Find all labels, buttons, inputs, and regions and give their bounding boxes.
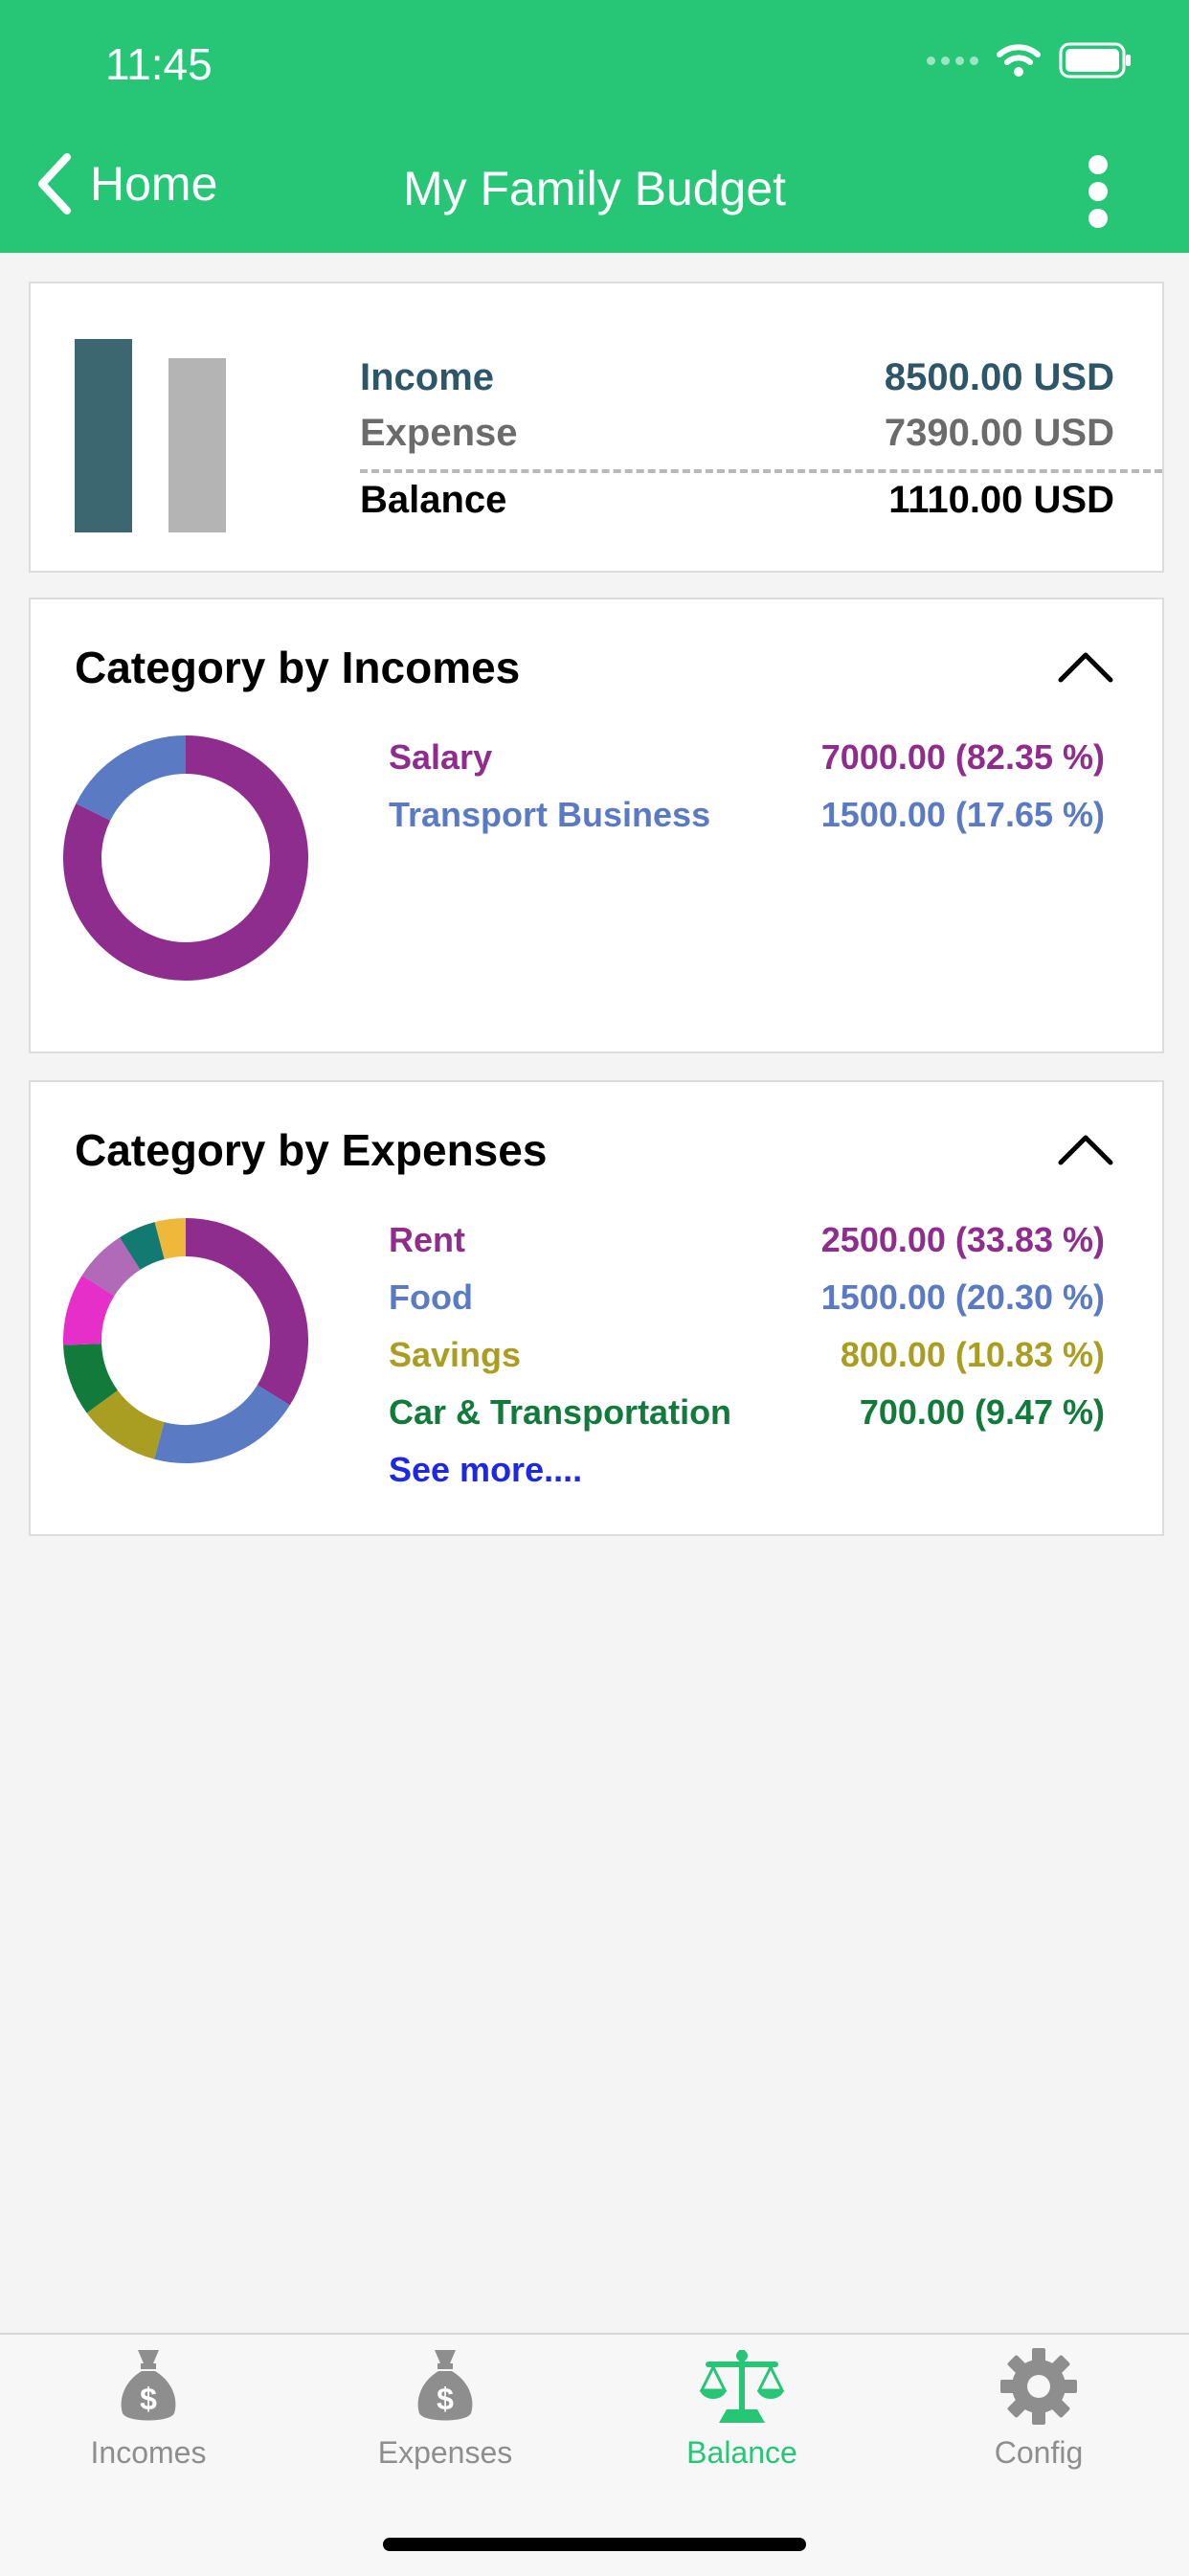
expense-row: Expense 7390.00 USD — [360, 412, 1114, 455]
donut-slice — [63, 1275, 115, 1345]
expenses-legend: Rent 2500.00 (33.83 %) Food 1500.00 (20.… — [389, 1220, 1105, 1490]
svg-text:$: $ — [140, 2382, 157, 2416]
legend-value: 2500.00 (33.83 %) — [820, 1220, 1105, 1259]
chevron-up-icon[interactable] — [1057, 1130, 1114, 1168]
legend-label: Transport Business — [389, 795, 711, 834]
svg-text:$: $ — [437, 2382, 454, 2416]
tab-label: Config — [994, 2435, 1084, 2470]
chevron-up-icon[interactable] — [1057, 647, 1114, 686]
incomes-title: Category by Incomes — [75, 643, 521, 692]
donut-slice — [154, 1218, 187, 1260]
legend-label: Car & Transportation — [389, 1392, 732, 1432]
legend-value: 800.00 (10.83 %) — [840, 1335, 1105, 1374]
legend-item-rent[interactable]: Rent 2500.00 (33.83 %) — [389, 1220, 1105, 1277]
status-time: 11:45 — [105, 39, 213, 89]
signal-icon — [927, 56, 978, 65]
balance-row: Balance 1110.00 USD — [360, 479, 1114, 522]
donut-slice — [154, 1384, 290, 1463]
expenses-donut-chart — [63, 1218, 308, 1463]
legend-item-salary[interactable]: Salary 7000.00 (82.35 %) — [389, 737, 1105, 795]
scale-icon — [699, 2350, 785, 2423]
legend-item-food[interactable]: Food 1500.00 (20.30 %) — [389, 1277, 1105, 1335]
legend-label: Savings — [389, 1335, 522, 1374]
expenses-category-card: Category by Expenses Rent 2500.00 (33.83… — [29, 1080, 1164, 1536]
legend-value: 7000.00 (82.35 %) — [820, 737, 1105, 777]
donut-slice — [63, 1343, 119, 1413]
legend-item-transport-business[interactable]: Transport Business 1500.00 (17.65 %) — [389, 795, 1105, 852]
donut-slice — [81, 1237, 142, 1297]
legend-label: Salary — [389, 737, 493, 777]
nav-header: 11:45 Home My Family Budget — [0, 0, 1189, 253]
donut-slice — [86, 1390, 166, 1459]
legend-value: 1500.00 (17.65 %) — [820, 795, 1105, 834]
tab-expenses[interactable]: $ Expenses — [297, 2346, 594, 2471]
legend-value: 700.00 (9.47 %) — [859, 1392, 1105, 1432]
income-label: Income — [360, 356, 495, 398]
divider — [360, 469, 1162, 473]
legend-label: Rent — [389, 1220, 465, 1259]
more-vertical-icon[interactable] — [1086, 153, 1110, 230]
balance-label: Balance — [360, 479, 507, 521]
expense-bar — [168, 358, 226, 532]
tab-balance[interactable]: Balance — [594, 2346, 890, 2471]
incomes-donut-chart — [63, 735, 308, 981]
expenses-title: Category by Expenses — [75, 1125, 548, 1175]
tab-label: Incomes — [90, 2435, 207, 2470]
balance-summary-card: Income 8500.00 USD Expense 7390.00 USD B… — [29, 282, 1164, 573]
status-icons — [927, 42, 1132, 79]
money-bag-icon: $ — [417, 2350, 473, 2421]
tab-label: Expenses — [377, 2435, 513, 2470]
legend-label: Food — [389, 1277, 473, 1317]
wifi-icon — [997, 44, 1041, 77]
tab-incomes[interactable]: $ Incomes — [0, 2346, 297, 2471]
incomes-legend: Salary 7000.00 (82.35 %) Transport Busin… — [389, 737, 1105, 852]
tab-config[interactable]: Config — [890, 2346, 1187, 2471]
donut-slice — [119, 1222, 166, 1271]
donut-slice — [76, 735, 187, 822]
legend-item-savings[interactable]: Savings 800.00 (10.83 %) — [389, 1335, 1105, 1392]
legend-value: 1500.00 (20.30 %) — [820, 1277, 1105, 1317]
tab-label: Balance — [686, 2435, 797, 2470]
see-more-link[interactable]: See more.... — [389, 1450, 582, 1490]
battery-icon — [1059, 42, 1131, 79]
income-value: 8500.00 USD — [884, 356, 1114, 398]
balance-value: 1110.00 USD — [888, 479, 1114, 521]
income-row: Income 8500.00 USD — [360, 356, 1114, 399]
incomes-category-card: Category by Incomes Salary 7000.00 (82.3… — [29, 598, 1164, 1053]
home-indicator — [383, 2538, 806, 2551]
donut-slice — [185, 1218, 308, 1406]
expense-label: Expense — [360, 412, 518, 454]
gear-icon — [1000, 2348, 1077, 2425]
money-bag-icon: $ — [121, 2350, 176, 2421]
page-title: My Family Budget — [402, 162, 787, 215]
legend-item-car-transportation[interactable]: Car & Transportation 700.00 (9.47 %) — [389, 1392, 1105, 1450]
expense-value: 7390.00 USD — [884, 412, 1114, 454]
income-bar — [75, 339, 132, 532]
